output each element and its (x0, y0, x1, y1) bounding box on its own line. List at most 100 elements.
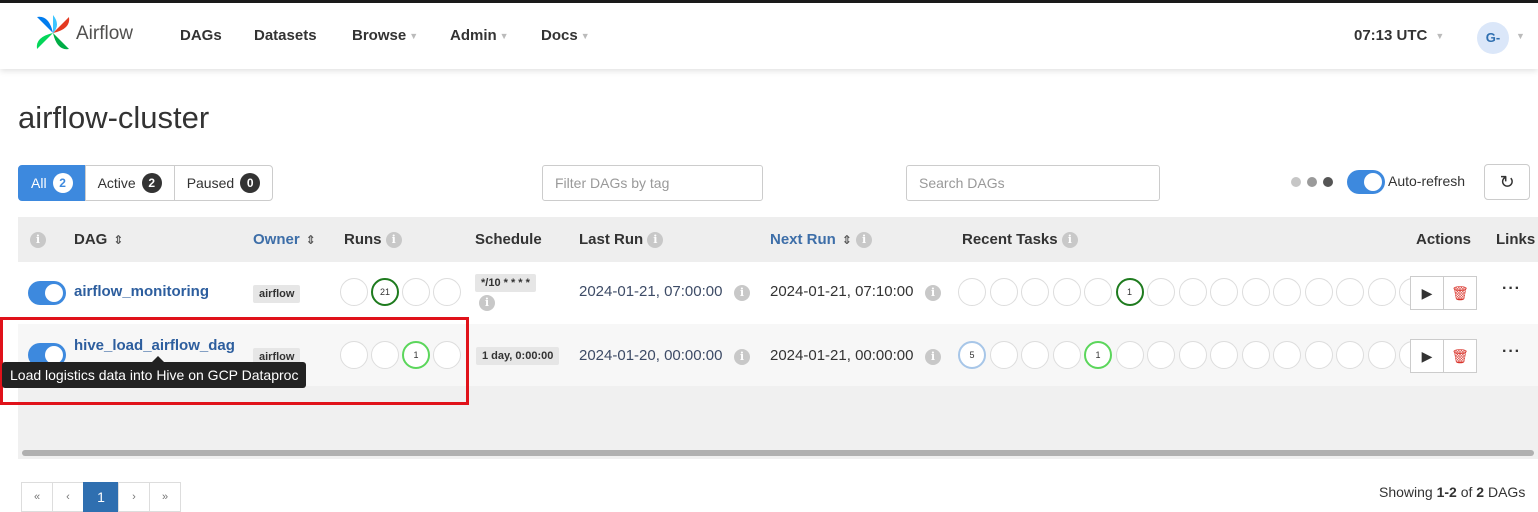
dag-pause-toggle[interactable] (28, 281, 66, 305)
header-recent-tasks-label: Recent Tasks (962, 231, 1058, 248)
task-status-circle[interactable] (989, 341, 1018, 369)
task-status-circle[interactable] (1021, 341, 1049, 369)
chevron-down-icon: ▼ (499, 31, 509, 42)
run-status-circle[interactable] (402, 278, 430, 306)
task-status-circle[interactable] (1147, 278, 1175, 306)
task-status-circle[interactable] (1178, 341, 1207, 369)
header-runs: Runs i (344, 231, 402, 249)
trash-icon: 🗑 (1451, 285, 1469, 301)
task-status-circle[interactable] (1367, 278, 1396, 306)
first-page-button[interactable]: « (21, 482, 53, 512)
airflow-logo-icon[interactable] (33, 13, 73, 53)
header-dag[interactable]: DAG ⇕ (74, 231, 123, 248)
auto-refresh-toggle[interactable] (1347, 170, 1385, 194)
filter-active-button[interactable]: Active 2 (84, 165, 175, 201)
dag-description-tooltip: Load logistics data into Hive on GCP Dat… (2, 356, 307, 388)
more-links-icon[interactable]: ··· (1502, 280, 1521, 298)
user-avatar[interactable]: G- (1477, 22, 1509, 54)
nav-datasets[interactable]: Datasets (254, 27, 317, 44)
task-status-circle[interactable] (1304, 278, 1333, 306)
task-status-circle[interactable] (1178, 278, 1207, 306)
next-page-button[interactable]: › (118, 482, 150, 512)
schedule-tag[interactable]: 1 day, 0:00:00 (476, 347, 560, 365)
info-icon: i (385, 232, 402, 249)
task-status-circle[interactable] (1241, 341, 1270, 369)
refresh-button[interactable]: ↻ (1484, 164, 1530, 200)
page-title: airflow-cluster (18, 100, 210, 135)
brand-name[interactable]: Airflow (76, 23, 133, 45)
prev-page-button[interactable]: ‹ (52, 482, 84, 512)
sort-icon: ⇕ (305, 233, 316, 247)
task-status-circle[interactable]: 5 (958, 341, 986, 369)
last-run-link[interactable]: 2024-01-20, 00:00:00 (579, 347, 722, 364)
filter-all-button[interactable]: All 2 (18, 165, 86, 201)
more-links-icon[interactable]: ··· (1502, 343, 1521, 361)
task-status-circle[interactable] (1273, 341, 1301, 369)
run-status-circle[interactable] (433, 278, 461, 306)
chevron-down-icon[interactable]: ▼ (1516, 31, 1525, 41)
nav-browse[interactable]: Browse ▼ (352, 27, 418, 44)
task-status-circle[interactable] (989, 278, 1018, 306)
run-status-circle[interactable] (340, 278, 368, 306)
chevron-down-icon: ▼ (580, 31, 590, 42)
schedule-tag[interactable]: */10 * * * * (475, 274, 536, 292)
task-status-circle[interactable] (1084, 278, 1112, 306)
horizontal-scrollbar-thumb[interactable] (22, 450, 1534, 456)
showing-mid: of (1456, 484, 1477, 500)
nav-dags[interactable]: DAGs (180, 27, 222, 44)
timezone-clock[interactable]: 07:13 UTC ▼ (1354, 27, 1444, 44)
header-links: Links (1496, 231, 1536, 248)
status-filter-group: All 2 Active 2 Paused 0 (18, 165, 274, 201)
task-status-circle[interactable]: 1 (1115, 278, 1144, 306)
info-icon: i (925, 349, 941, 365)
info-icon: i (647, 232, 664, 249)
header-next-run-label: Next Run (770, 231, 836, 248)
owner-tag[interactable]: airflow (253, 285, 301, 303)
info-icon: i (734, 349, 750, 365)
delete-dag-button[interactable]: 🗑 (1443, 276, 1477, 310)
last-run-link[interactable]: 2024-01-21, 07:00:00 (579, 283, 722, 300)
search-dags-input[interactable] (906, 165, 1160, 201)
play-icon: ▶ (1421, 348, 1433, 364)
delete-dag-button[interactable]: 🗑 (1443, 339, 1477, 373)
task-status-circle[interactable] (1241, 278, 1270, 306)
header-last-run-label: Last Run (579, 231, 644, 248)
task-status-circle[interactable] (1115, 341, 1144, 369)
task-status-circle[interactable]: 1 (1084, 341, 1112, 369)
nav-browse-label: Browse (352, 27, 407, 44)
trigger-dag-button[interactable]: ▶ (1410, 276, 1444, 310)
nav-admin[interactable]: Admin ▼ (450, 27, 509, 44)
task-status-circle[interactable] (958, 278, 986, 306)
task-status-circle[interactable] (1210, 341, 1238, 369)
trigger-dag-button[interactable]: ▶ (1410, 339, 1444, 373)
table-header: i DAG ⇕ Owner ⇕ Runs i Schedule Last Run i… (18, 217, 1538, 262)
nav-datasets-label: Datasets (254, 27, 317, 44)
dag-id-link[interactable]: airflow_monitoring (74, 283, 209, 300)
task-status-circle[interactable] (1336, 341, 1364, 369)
task-status-circle[interactable] (1021, 278, 1049, 306)
trash-icon: 🗑 (1451, 348, 1469, 364)
task-status-circle[interactable] (1367, 341, 1396, 369)
current-page-button[interactable]: 1 (83, 482, 119, 512)
header-owner[interactable]: Owner ⇕ (253, 231, 316, 248)
tag-filter-input[interactable] (542, 165, 763, 201)
task-status-circle[interactable] (1273, 278, 1301, 306)
header-dag-label: DAG (74, 231, 108, 248)
showing-range: 1-2 (1436, 484, 1457, 500)
showing-total: 2 (1476, 484, 1485, 500)
task-status-circle[interactable] (1052, 341, 1081, 369)
task-status-circle[interactable] (1052, 278, 1081, 306)
last-page-button[interactable]: » (149, 482, 181, 512)
play-icon: ▶ (1421, 285, 1433, 301)
task-status-circle[interactable] (1147, 341, 1175, 369)
nav-docs[interactable]: Docs ▼ (541, 27, 590, 44)
sort-icon: ⇕ (841, 233, 852, 247)
task-status-circle[interactable] (1336, 278, 1364, 306)
next-run-value: 2024-01-21, 00:00:00 (770, 347, 914, 364)
filter-paused-button[interactable]: Paused 0 (173, 165, 274, 201)
run-status-circle[interactable]: 21 (371, 278, 399, 306)
task-status-circle[interactable] (1210, 278, 1238, 306)
header-next-run[interactable]: Next Run ⇕ i (770, 231, 873, 249)
task-status-circle[interactable] (1304, 341, 1333, 369)
header-actions: Actions (1416, 231, 1472, 248)
